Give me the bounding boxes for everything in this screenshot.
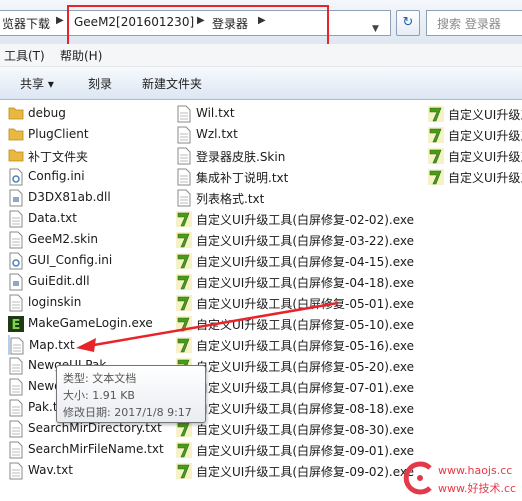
file-name: 自定义UI升级工具(白屏修复-04-15).exe bbox=[196, 255, 414, 269]
file-name: 自定义UI升级工 bbox=[448, 150, 522, 164]
file-name: Wzl.txt bbox=[196, 127, 238, 141]
exe-icon: E bbox=[8, 315, 24, 333]
file-name: D3DX81ab.dll bbox=[28, 190, 111, 204]
exe-icon bbox=[176, 294, 192, 312]
file-name: 自定义UI升级工具(白屏修复-05-20).exe bbox=[196, 360, 414, 374]
file-name: GUI_Config.ini bbox=[28, 253, 113, 267]
file-name: Config.ini bbox=[28, 169, 85, 183]
file-icon bbox=[8, 273, 24, 291]
file-name: 自定义UI升级工 bbox=[448, 108, 522, 122]
file-icon bbox=[8, 252, 24, 270]
breadcrumb-separator-icon[interactable]: ▶ bbox=[56, 15, 64, 26]
file-name: 补丁文件夹 bbox=[28, 150, 89, 164]
menu-bar: 工具(T) 帮助(H) bbox=[0, 44, 522, 67]
file-name: Wil.txt bbox=[196, 106, 235, 120]
file-name: MakeGameLogin.exe bbox=[28, 316, 153, 330]
file-icon bbox=[8, 189, 24, 207]
exe-icon bbox=[428, 147, 444, 165]
tooltip-size: 大小: 1.91 KB bbox=[63, 389, 135, 402]
file-name: GeeM2.skin bbox=[28, 232, 99, 246]
exe-icon bbox=[176, 231, 192, 249]
file-icon bbox=[8, 441, 24, 459]
file-name: GuiEdit.dll bbox=[28, 274, 90, 288]
file-icon bbox=[8, 462, 24, 480]
file-name: 自定义UI升级工 bbox=[448, 171, 522, 185]
file-icon bbox=[176, 168, 192, 186]
tooltip-modified: 修改日期: 2017/1/8 9:17 bbox=[63, 406, 192, 419]
exe-icon bbox=[176, 315, 192, 333]
file-name: 自定义UI升级工具(白屏修复-04-18).exe bbox=[196, 276, 414, 290]
file-name: 自定义UI升级工具(白屏修复-05-16).exe bbox=[196, 339, 414, 353]
file-name: debug bbox=[28, 106, 66, 120]
watermark-line2: www.好技术.cc bbox=[438, 482, 517, 495]
file-name: 自定义UI升级工具(白屏修复-09-01).exe bbox=[196, 444, 414, 458]
address-bar-row: 览器下载 ▶ GeeM2[201601230] ▶ 登录器 ▶ ▼ ↻ 搜索 登… bbox=[0, 0, 522, 51]
file-name: 自定义UI升级工具(白屏修复-05-01).exe bbox=[196, 297, 414, 311]
file-name: 自定义UI升级工具(白屏修复-03-22).exe bbox=[196, 234, 414, 248]
file-name: 登录器皮肤.Skin bbox=[196, 150, 286, 164]
file-icon bbox=[8, 210, 24, 228]
file-item[interactable]: Map.txt bbox=[8, 335, 75, 355]
file-icon bbox=[8, 420, 24, 438]
file-icon bbox=[8, 378, 24, 396]
file-icon bbox=[176, 189, 192, 207]
exe-icon bbox=[428, 105, 444, 123]
share-button[interactable]: 共享 ▾ bbox=[20, 75, 54, 92]
file-name: SearchMirFileName.txt bbox=[28, 442, 164, 456]
file-name: Map.txt bbox=[29, 338, 75, 352]
file-info-tooltip: 类型: 文本文档 大小: 1.91 KB 修改日期: 2017/1/8 9:17 bbox=[56, 365, 206, 423]
file-name: 集成补丁说明.txt bbox=[196, 171, 289, 185]
address-dropdown-icon[interactable]: ▼ bbox=[372, 24, 379, 34]
menu-tools[interactable]: 工具(T) bbox=[4, 47, 45, 64]
search-box[interactable]: 搜索 登录器 bbox=[426, 10, 522, 36]
file-name: Data.txt bbox=[28, 211, 77, 225]
watermark: www.haojs.cc www.好技术.cc bbox=[400, 458, 522, 498]
new-folder-button[interactable]: 新建文件夹 bbox=[142, 75, 202, 92]
file-name: loginskin bbox=[28, 295, 82, 309]
exe-icon bbox=[176, 462, 192, 480]
exe-icon bbox=[428, 168, 444, 186]
exe-icon bbox=[176, 441, 192, 459]
file-name: SearchMirDirectory.txt bbox=[28, 421, 162, 435]
file-name: 自定义UI升级工具(白屏修复-07-01).exe bbox=[196, 381, 414, 395]
exe-icon bbox=[176, 252, 192, 270]
file-list: debug PlugClient 补丁文件夹 Config.ini D3DX81ab.d… bbox=[0, 100, 522, 498]
refresh-button[interactable]: ↻ bbox=[396, 10, 420, 36]
burn-button[interactable]: 刻录 bbox=[88, 75, 112, 92]
watermark-logo-icon bbox=[403, 461, 432, 495]
file-icon bbox=[8, 399, 24, 417]
file-name: 自定义UI升级工具(白屏修复-02-02).exe bbox=[196, 213, 414, 227]
file-name: 列表格式.txt bbox=[196, 192, 265, 206]
svg-text:E: E bbox=[12, 318, 21, 333]
file-name: Wav.txt bbox=[28, 463, 73, 477]
folder-icon bbox=[8, 147, 24, 165]
command-bar: 共享 ▾ 刻录 新建文件夹 bbox=[0, 67, 522, 100]
exe-icon bbox=[428, 126, 444, 144]
watermark-line1: www.haojs.cc bbox=[438, 464, 513, 477]
file-icon bbox=[176, 105, 192, 123]
file-icon bbox=[8, 231, 24, 249]
file-name: 自定义UI升级工具(白屏修复-08-18).exe bbox=[196, 402, 414, 416]
file-icon bbox=[8, 357, 24, 375]
folder-icon bbox=[8, 105, 24, 123]
exe-icon bbox=[176, 210, 192, 228]
exe-icon bbox=[176, 273, 192, 291]
file-name: PlugClient bbox=[28, 127, 89, 141]
file-icon bbox=[9, 337, 25, 355]
file-name: 自定义UI升级工具(白屏修复-09-02).exe bbox=[196, 465, 414, 479]
breadcrumb-item[interactable]: 览器下载 bbox=[2, 15, 50, 32]
file-name: 自定义UI升级工具(白屏修复-08-30).exe bbox=[196, 423, 414, 437]
file-icon bbox=[8, 168, 24, 186]
folder-icon bbox=[8, 126, 24, 144]
file-icon bbox=[176, 147, 192, 165]
refresh-icon: ↻ bbox=[402, 15, 414, 30]
search-placeholder: 搜索 登录器 bbox=[437, 17, 501, 31]
file-name: 自定义UI升级工 bbox=[448, 129, 522, 143]
file-icon bbox=[8, 294, 24, 312]
menu-help[interactable]: 帮助(H) bbox=[60, 47, 102, 64]
exe-icon bbox=[176, 336, 192, 354]
tooltip-type: 类型: 文本文档 bbox=[63, 372, 137, 385]
file-icon bbox=[176, 126, 192, 144]
file-name: 自定义UI升级工具(白屏修复-05-10).exe bbox=[196, 318, 414, 332]
